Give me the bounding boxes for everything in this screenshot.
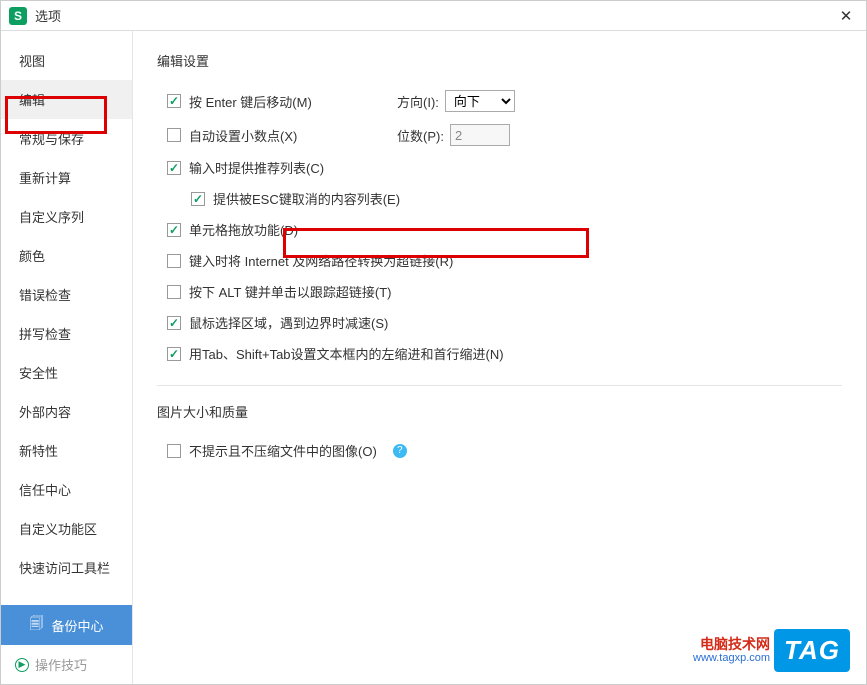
sidebar-item-new-features[interactable]: 新特性 [1, 431, 132, 470]
sidebar-item-edit[interactable]: 编辑 [1, 80, 132, 119]
sidebar-item-label: 快速访问工具栏 [19, 561, 110, 576]
window-title: 选项 [35, 6, 834, 25]
checkbox-tab-indent[interactable] [167, 347, 181, 361]
sidebar-item-security[interactable]: 安全性 [1, 353, 132, 392]
checkbox-cell-drag[interactable] [167, 223, 181, 237]
sidebar-item-label: 重新计算 [19, 171, 71, 186]
checkbox-auto-decimal[interactable] [167, 128, 181, 142]
titlebar: S 选项 ✕ [1, 1, 866, 31]
sidebar-item-spell-check[interactable]: 拼写检查 [1, 314, 132, 353]
sidebar-item-recalc[interactable]: 重新计算 [1, 158, 132, 197]
checkbox-no-compress[interactable] [167, 444, 181, 458]
sidebar-item-color[interactable]: 颜色 [1, 236, 132, 275]
sidebar-item-trust-center[interactable]: 信任中心 [1, 470, 132, 509]
label-hyperlink-convert: 键入时将 Internet 及网络路径转换为超链接(R) [189, 251, 453, 270]
sidebar-item-label: 编辑 [19, 93, 45, 108]
checkbox-alt-follow[interactable] [167, 285, 181, 299]
sidebar-item-label: 错误检查 [19, 288, 71, 303]
sidebar-item-label: 安全性 [19, 366, 58, 381]
sidebar-item-label: 颜色 [19, 249, 45, 264]
sidebar-item-view[interactable]: 视图 [1, 41, 132, 80]
sidebar-item-label: 信任中心 [19, 483, 71, 498]
sidebar-item-label: 拼写检查 [19, 327, 71, 342]
checkbox-enter-move[interactable] [167, 94, 181, 108]
label-no-compress: 不提示且不压缩文件中的图像(O) [189, 441, 377, 460]
sidebar-item-custom-lists[interactable]: 自定义序列 [1, 197, 132, 236]
watermark-title: 电脑技术网 [693, 637, 770, 652]
sidebar-item-label: 自定义功能区 [19, 522, 97, 537]
sidebar-item-label: 自定义序列 [19, 210, 84, 225]
section-title-edit: 编辑设置 [157, 51, 842, 70]
sidebar-item-label: 外部内容 [19, 405, 71, 420]
sidebar-item-error-check[interactable]: 错误检查 [1, 275, 132, 314]
close-button[interactable]: ✕ [834, 4, 858, 28]
sidebar: 视图 编辑 常规与保存 重新计算 自定义序列 颜色 错误检查 拼写检查 安全性 … [1, 31, 133, 684]
label-esc-list: 提供被ESC键取消的内容列表(E) [213, 189, 400, 208]
checkbox-esc-list[interactable] [191, 192, 205, 206]
watermark-url: www.tagxp.com [693, 652, 770, 664]
tips-link[interactable]: ▶ 操作技巧 [1, 645, 132, 684]
label-recommend-list: 输入时提供推荐列表(C) [189, 158, 324, 177]
sidebar-item-label: 新特性 [19, 444, 58, 459]
watermark: 电脑技术网 www.tagxp.com TAG [693, 629, 850, 672]
direction-select[interactable]: 向下 [445, 90, 515, 112]
watermark-tag: TAG [774, 629, 850, 672]
label-mouse-slow: 鼠标选择区域，遇到边界时减速(S) [189, 313, 388, 332]
play-icon: ▶ [15, 658, 29, 672]
app-icon: S [9, 7, 27, 25]
tips-label: 操作技巧 [35, 655, 87, 674]
document-icon: 🗐 [29, 613, 43, 637]
label-direction: 方向(I): [397, 92, 439, 111]
label-tab-indent: 用Tab、Shift+Tab设置文本框内的左缩进和首行缩进(N) [189, 344, 504, 363]
label-digits: 位数(P): [397, 126, 444, 145]
help-icon[interactable]: ? [393, 444, 407, 458]
section-title-image: 图片大小和质量 [157, 402, 842, 421]
sidebar-item-custom-ribbon[interactable]: 自定义功能区 [1, 509, 132, 548]
sidebar-item-label: 视图 [19, 54, 45, 69]
label-auto-decimal: 自动设置小数点(X) [189, 126, 297, 145]
digits-input[interactable] [450, 124, 510, 146]
label-alt-follow: 按下 ALT 键并单击以跟踪超链接(T) [189, 282, 391, 301]
checkbox-hyperlink-convert[interactable] [167, 254, 181, 268]
sidebar-item-general-save[interactable]: 常规与保存 [1, 119, 132, 158]
backup-label: 备份中心 [51, 616, 103, 635]
sidebar-item-external[interactable]: 外部内容 [1, 392, 132, 431]
sidebar-item-label: 常规与保存 [19, 132, 84, 147]
backup-center-button[interactable]: 🗐 备份中心 [1, 605, 132, 645]
sidebar-item-quick-access[interactable]: 快速访问工具栏 [1, 548, 132, 587]
label-enter-move: 按 Enter 键后移动(M) [189, 92, 312, 111]
label-cell-drag: 单元格拖放功能(D) [189, 220, 298, 239]
content-panel: 编辑设置 按 Enter 键后移动(M) 方向(I): 向下 自动设置小数点(X… [133, 31, 866, 684]
checkbox-mouse-slow[interactable] [167, 316, 181, 330]
checkbox-recommend-list[interactable] [167, 161, 181, 175]
